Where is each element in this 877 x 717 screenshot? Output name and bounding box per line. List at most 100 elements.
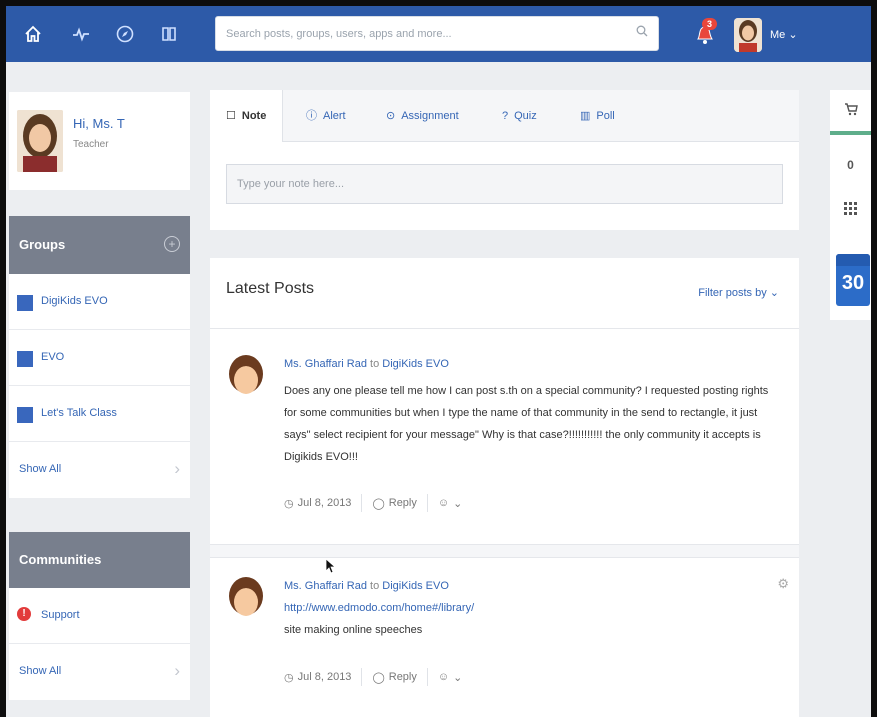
group-icon bbox=[17, 351, 33, 367]
post-composer: ☐ Note ⓘ Alert ⊙ Assignment ? Quiz ▥ Poll bbox=[210, 90, 799, 230]
reaction-menu-button[interactable]: ☺ ⌄ bbox=[438, 671, 472, 684]
post-target[interactable]: DigiKids EVO bbox=[382, 358, 449, 370]
tab-quiz[interactable]: ? Quiz bbox=[502, 90, 537, 142]
groups-title: Groups bbox=[19, 237, 66, 252]
group-label: DigiKids EVO bbox=[41, 295, 108, 307]
add-group-icon[interactable]: + bbox=[164, 236, 180, 252]
divider bbox=[426, 494, 428, 512]
divider bbox=[426, 668, 428, 686]
tab-alert[interactable]: ⓘ Alert bbox=[306, 90, 346, 142]
right-rail: 0 30 bbox=[830, 90, 871, 320]
chevron-right-icon: › bbox=[174, 661, 180, 680]
me-menu[interactable]: Me ⌄ bbox=[770, 28, 798, 41]
post-meta: ◷ Jul 8, 2013 ◯ Reply ☺ ⌄ bbox=[284, 668, 472, 686]
post-item: Ms. Ghaffari Rad to DigiKids EVO ⚙ http:… bbox=[210, 576, 799, 717]
group-item-evo[interactable]: EVO bbox=[9, 330, 190, 386]
communities-title: Communities bbox=[19, 552, 102, 567]
profile-role: Teacher bbox=[73, 139, 109, 150]
post-author-avatar[interactable] bbox=[226, 576, 266, 626]
search-input[interactable] bbox=[216, 17, 616, 50]
post-to: to bbox=[370, 580, 380, 592]
notification-count-badge: 3 bbox=[702, 18, 718, 30]
library-icon[interactable] bbox=[158, 24, 180, 46]
divider bbox=[361, 668, 363, 686]
reply-button[interactable]: ◯ Reply bbox=[372, 671, 426, 684]
group-label: EVO bbox=[41, 351, 65, 363]
post-link-description: site making online speeches bbox=[284, 624, 423, 636]
coin-count[interactable]: 0 bbox=[830, 158, 871, 172]
smile-icon: ☺ bbox=[437, 497, 450, 509]
tab-assignment[interactable]: ⊙ Assignment bbox=[386, 90, 459, 142]
reaction-menu-button[interactable]: ☺ ⌄ bbox=[438, 497, 472, 510]
post-meta: ◷ Jul 8, 2013 ◯ Reply ☺ ⌄ bbox=[284, 494, 472, 512]
search-icon[interactable] bbox=[636, 25, 648, 40]
divider bbox=[361, 494, 363, 512]
profile-name[interactable]: Hi, Ms. T bbox=[73, 116, 125, 131]
alert-icon: ⓘ bbox=[306, 110, 317, 122]
groups-header: Groups + bbox=[9, 216, 190, 274]
post-date: ◷ Jul 8, 2013 bbox=[284, 671, 352, 684]
quiz-icon: ? bbox=[502, 110, 509, 122]
smile-icon: ☺ bbox=[437, 671, 450, 683]
comment-icon: ◯ bbox=[372, 497, 385, 510]
profile-card: Hi, Ms. T Teacher bbox=[9, 92, 190, 190]
post-author[interactable]: Ms. Ghaffari Rad bbox=[284, 580, 367, 592]
apps-grid-icon[interactable] bbox=[830, 202, 871, 218]
post-author-line: Ms. Ghaffari Rad to DigiKids EVO bbox=[284, 358, 449, 370]
compass-icon[interactable] bbox=[114, 24, 136, 46]
communities-header: Communities bbox=[9, 532, 190, 588]
composer-tabs: ☐ Note ⓘ Alert ⊙ Assignment ? Quiz ▥ Poll bbox=[210, 90, 799, 142]
top-nav: 3 Me ⌄ bbox=[6, 6, 871, 62]
home-icon[interactable] bbox=[22, 24, 44, 46]
show-all-label: Show All bbox=[19, 463, 62, 475]
groups-show-all[interactable]: Show All › bbox=[9, 442, 190, 498]
tab-poll[interactable]: ▥ Poll bbox=[580, 90, 615, 142]
profile-avatar[interactable] bbox=[17, 110, 63, 172]
community-item-support[interactable]: ! Support bbox=[9, 588, 190, 644]
divider bbox=[210, 328, 799, 329]
post-date: ◷ Jul 8, 2013 bbox=[284, 497, 352, 510]
show-all-label: Show All bbox=[19, 665, 62, 677]
post-target[interactable]: DigiKids EVO bbox=[382, 580, 449, 592]
comment-icon: ◯ bbox=[372, 671, 385, 684]
reply-button[interactable]: ◯ Reply bbox=[372, 497, 426, 510]
poll-icon: ▥ bbox=[580, 110, 591, 122]
cart-icon[interactable] bbox=[830, 102, 871, 119]
notifications-button[interactable]: 3 bbox=[694, 18, 718, 48]
communities-show-all[interactable]: Show All › bbox=[9, 644, 190, 700]
chevron-down-icon: ⌄ bbox=[453, 497, 463, 510]
post-settings-icon[interactable]: ⚙ bbox=[777, 576, 789, 592]
group-icon bbox=[17, 295, 33, 311]
mouse-cursor-icon bbox=[325, 558, 335, 574]
search-box[interactable] bbox=[215, 16, 659, 51]
post-author[interactable]: Ms. Ghaffari Rad bbox=[284, 358, 367, 370]
avatar[interactable] bbox=[734, 18, 762, 52]
clock-icon: ◷ bbox=[284, 671, 294, 684]
post-body: Does any one please tell me how I can po… bbox=[284, 385, 769, 463]
post-divider bbox=[210, 544, 799, 558]
post-author-avatar[interactable] bbox=[226, 354, 266, 404]
group-label: Let's Talk Class bbox=[41, 407, 117, 419]
support-icon: ! bbox=[17, 607, 31, 621]
group-item-digikids[interactable]: DigiKids EVO bbox=[9, 274, 190, 330]
rail-accent-bar bbox=[830, 131, 871, 135]
group-item-lets-talk[interactable]: Let's Talk Class bbox=[9, 386, 190, 442]
latest-posts: Latest Posts Filter posts by ⌄ Ms. Ghaff… bbox=[210, 258, 799, 717]
activity-icon[interactable] bbox=[70, 24, 92, 46]
post-item: Ms. Ghaffari Rad to DigiKids EVO Does an… bbox=[210, 354, 799, 544]
clock-icon: ◷ bbox=[284, 497, 294, 510]
post-to: to bbox=[370, 358, 380, 370]
calendar-ring bbox=[836, 254, 870, 266]
chevron-down-icon: ⌄ bbox=[769, 287, 779, 299]
calendar-icon[interactable]: 30 bbox=[836, 254, 870, 306]
note-input[interactable] bbox=[226, 164, 783, 204]
filter-posts-dropdown[interactable]: Filter posts by ⌄ bbox=[698, 286, 779, 299]
tab-note[interactable]: ☐ Note bbox=[210, 90, 284, 142]
assignment-icon: ⊙ bbox=[386, 110, 396, 122]
main-content: Hi, Ms. T Teacher Groups + DigiKids EVO … bbox=[6, 62, 871, 717]
community-label: Support bbox=[41, 609, 80, 621]
posts-title: Latest Posts bbox=[226, 280, 315, 297]
chevron-down-icon: ⌄ bbox=[453, 671, 463, 684]
post-link[interactable]: http://www.edmodo.com/home#/library/ bbox=[284, 602, 474, 614]
note-icon: ☐ bbox=[226, 110, 236, 122]
